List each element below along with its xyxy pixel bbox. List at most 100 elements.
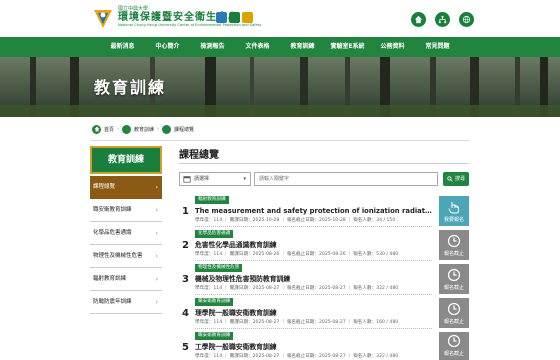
sitemap-icon[interactable]	[435, 12, 450, 27]
sidebar-title: 教育訓練	[90, 146, 162, 174]
sidebar-menu: 課程總覽 › 職安衛教育訓練 › 化學品危害通識 › 物理性及機械性危害 › 輻射教育訓…	[90, 176, 162, 314]
course-meta: 學年度：114 ｜ 實課日期：2025-08-27 ｜ 報名截止日期：2025-…	[195, 320, 399, 325]
language-icon[interactable]	[459, 12, 474, 27]
clock-icon	[447, 234, 461, 248]
certification-badge-icon	[229, 12, 240, 23]
chevron-down-icon: ▾	[243, 176, 246, 182]
nav-item-about[interactable]: 中心簡介	[145, 37, 190, 57]
course-category-tag: 輻射教育訓練	[195, 196, 229, 204]
registration-closed-button: 報名截止	[439, 264, 469, 294]
course-number: 4	[182, 308, 189, 319]
course-category-tag: 職安衛教育訓練	[195, 332, 234, 340]
chevron-right-icon: ›	[155, 207, 158, 214]
sidebar-item-label: 物理性及機械性危害	[93, 253, 143, 259]
search-icon	[447, 176, 453, 182]
breadcrumb: 首頁 › 教育訓練 › 課程總覽	[92, 123, 194, 135]
registration-closed-label: 報名截止	[443, 251, 464, 257]
course-item: 5 職安衛教育訓練 工學院一般職安衛教育訓練 學年度：114 ｜ 實課日期：20…	[179, 332, 471, 360]
sidebar-item-label: 化學品危害通識	[93, 230, 132, 236]
clock-icon	[447, 268, 461, 282]
course-category-tag: 物理性及機械性危害	[195, 264, 243, 272]
sidebar-item-disaster-drill[interactable]: 防颱防震年訓練 ›	[90, 291, 162, 314]
course-category-tag: 職安衛教育訓練	[195, 298, 234, 306]
course-item: 3 物理性及機械性危害 機械及物理性危害預防教育訓練 學年度：114 ｜ 實課日…	[179, 264, 471, 296]
site-header: 國立中興大學 環境保護暨安全衛生中心 National Chung Hsing …	[0, 0, 560, 37]
sidebar-item-label: 課程總覽	[93, 184, 116, 190]
banner-title: 教育訓練	[94, 78, 167, 97]
registration-closed-label: 報名截止	[443, 351, 464, 357]
registration-closed-button: 報名截止	[439, 298, 469, 328]
home-icon[interactable]	[411, 12, 426, 27]
sidebar-item-hazcom[interactable]: 化學品危害通識 ›	[90, 222, 162, 245]
chevron-right-icon: ›	[155, 276, 158, 283]
nav-item-official-data[interactable]: 公務資料	[370, 37, 415, 57]
header-quick-links	[411, 12, 474, 27]
sidebar-item-physical-hazards[interactable]: 物理性及機械性危害 ›	[90, 245, 162, 268]
breadcrumb-separator: ›	[117, 126, 120, 132]
forest-banner-image	[0, 57, 560, 117]
center-name-en: National Chung Hsing University Center o…	[118, 23, 262, 27]
nav-item-forms[interactable]: 文件表格	[235, 37, 280, 57]
title-divider	[179, 163, 469, 164]
search-input[interactable]	[254, 172, 438, 186]
page-banner	[0, 57, 560, 117]
course-meta: 學年度：114 ｜ 實課日期：2025-08-26 ｜ 報名截止日期：2025-…	[195, 252, 399, 257]
registration-closed-label: 報名截止	[443, 285, 464, 291]
course-divider	[195, 260, 432, 261]
chevron-right-icon: ›	[155, 230, 158, 237]
category-select[interactable]: 請選擇 ▾	[179, 172, 251, 186]
registration-closed-button: 報名截止	[439, 230, 469, 260]
sidebar-item-label: 職安衛教育訓練	[93, 207, 132, 213]
breadcrumb-home[interactable]: 首頁	[104, 126, 114, 133]
course-meta: 學年度：114 ｜ 實課日期：2025-08-27 ｜ 報名截止日期：2025-…	[195, 286, 399, 291]
course-title-link[interactable]: 危害性化學品通識教育訓練	[195, 239, 432, 249]
certification-badge-icon	[216, 12, 227, 23]
nav-item-news[interactable]: 最新消息	[100, 37, 145, 57]
breadcrumb-divider	[90, 140, 470, 141]
course-title-link[interactable]: 工學院一般職安衛教育訓練	[195, 341, 432, 351]
chevron-right-icon: ›	[155, 253, 158, 260]
course-divider	[195, 328, 432, 329]
sidebar-item-radiation[interactable]: 輻射教育訓練 ›	[90, 268, 162, 291]
register-button[interactable]: 我要報名	[439, 196, 469, 226]
breadcrumb-section[interactable]: 教育訓練	[134, 126, 154, 133]
search-button[interactable]: 搜尋	[443, 172, 469, 186]
breadcrumb-dot-icon	[122, 124, 132, 134]
course-title-link[interactable]: 機械及物理性危害預防教育訓練	[195, 273, 432, 283]
nav-item-test-reports[interactable]: 檢測報告	[190, 37, 235, 57]
home-icon[interactable]	[92, 124, 101, 134]
clock-icon	[447, 302, 461, 316]
calendar-icon	[183, 176, 191, 183]
nav-item-lab-system[interactable]: 實驗室E系統	[325, 37, 370, 57]
course-number: 2	[182, 240, 189, 251]
course-divider	[195, 226, 432, 227]
course-item: 1 輻射教育訓練 The measurement and safety prot…	[179, 196, 471, 228]
course-number: 5	[182, 342, 189, 353]
sidebar-item-label: 輻射教育訓練	[93, 276, 127, 282]
course-item: 2 化學品危害通識 危害性化學品通識教育訓練 學年度：114 ｜ 實課日期：20…	[179, 230, 471, 262]
nav-item-training[interactable]: 教育訓練	[280, 37, 325, 57]
course-number: 1	[182, 206, 189, 217]
breadcrumb-dot-icon	[162, 124, 172, 134]
breadcrumb-current: 課程總覽	[174, 126, 195, 133]
registration-closed-label: 報名截止	[443, 319, 464, 325]
page-title: 課程總覽	[179, 150, 219, 161]
course-title-link[interactable]: 理學院一般職安衛教育訓練	[195, 307, 432, 317]
sidebar-item-osh-training[interactable]: 職安衛教育訓練 ›	[90, 199, 162, 222]
course-item: 4 職安衛教育訓練 理學院一般職安衛教育訓練 學年度：114 ｜ 實課日期：20…	[179, 298, 471, 330]
course-title-link[interactable]: The measurement and safety protection of…	[195, 205, 432, 215]
hand-pointer-icon	[448, 202, 459, 214]
clock-icon	[447, 334, 461, 348]
sidebar-item-course-overview[interactable]: 課程總覽 ›	[90, 176, 162, 199]
certification-badges	[216, 12, 253, 23]
university-emblem-icon[interactable]	[93, 6, 113, 30]
course-meta: 學年度：114 ｜ 實課日期：2025-08-27 ｜ 報名截止日期：2025-…	[195, 354, 399, 359]
course-number: 3	[182, 274, 189, 285]
nav-item-faq[interactable]: 常見問題	[415, 37, 460, 57]
sidebar-item-label: 防颱防震年訓練	[93, 299, 132, 305]
select-value: 請選擇	[194, 176, 210, 182]
chevron-right-icon: ›	[155, 299, 158, 306]
register-button-label: 我要報名	[443, 217, 464, 223]
chevron-right-icon: ›	[155, 184, 158, 191]
course-divider	[195, 294, 432, 295]
